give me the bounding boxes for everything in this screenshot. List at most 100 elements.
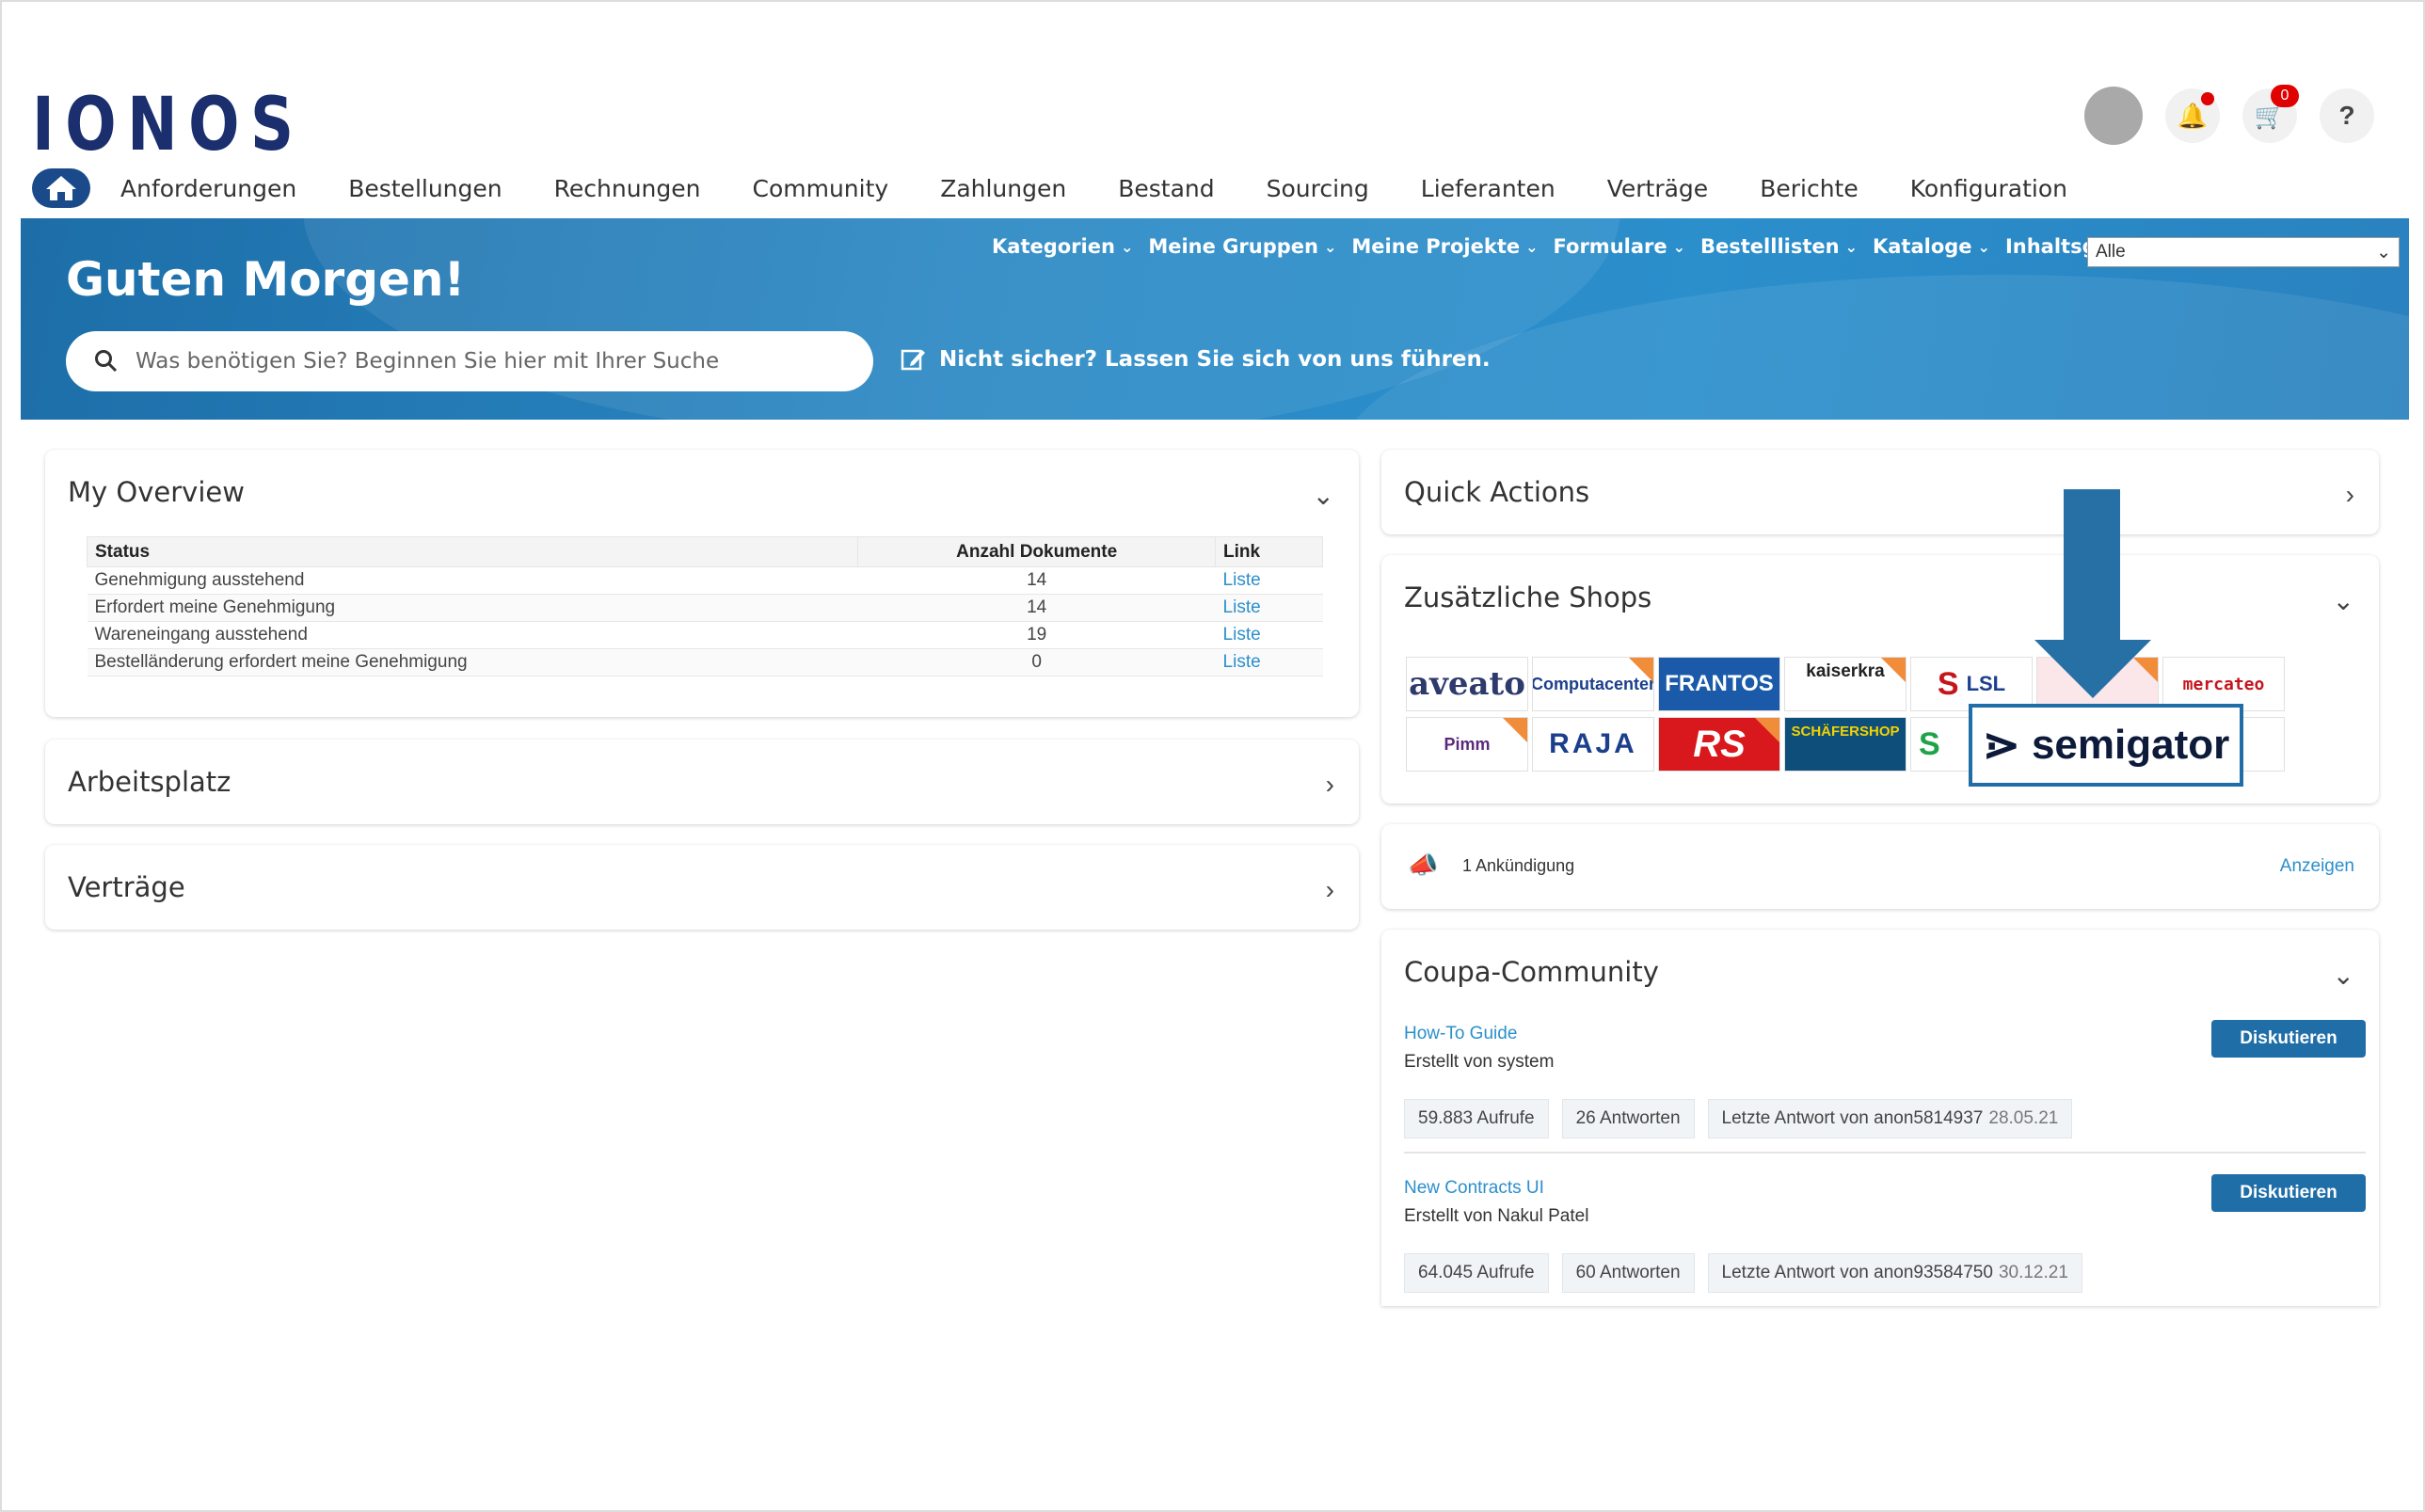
notifications-button[interactable]: 🔔 [2165, 88, 2220, 143]
shop-rs[interactable]: RS [1658, 717, 1780, 772]
subnav-meine-projekte[interactable]: Meine Projekte ⌄ [1351, 235, 1538, 258]
last-reply-stat: Letzte Antwort von anon93584750 30.12.21 [1707, 1253, 2082, 1293]
subnav-kataloge[interactable]: Kataloge ⌄ [1873, 235, 1990, 258]
nav-community[interactable]: Community [752, 175, 888, 202]
views-stat: 59.883 Aufrufe [1404, 1099, 1549, 1138]
subnav-label: Meine Gruppen [1148, 235, 1318, 258]
shop-computacenter[interactable]: Computacenter [1532, 657, 1654, 711]
avatar[interactable] [2084, 87, 2143, 145]
chevron-right-icon: › [1325, 875, 1334, 904]
col-count: Anzahl Dokumente [857, 536, 1217, 567]
subnav-formulare[interactable]: Formulare ⌄ [1554, 235, 1685, 258]
nav-sourcing[interactable]: Sourcing [1267, 175, 1369, 202]
bell-icon: 🔔 [2177, 101, 2209, 130]
cart-count-badge: 0 [2271, 85, 2299, 107]
chevron-down-icon: ⌄ [1120, 237, 1134, 256]
list-link[interactable]: Liste [1215, 594, 1323, 622]
subnav-kategorien[interactable]: Kategorien ⌄ [992, 235, 1133, 258]
list-link[interactable]: Liste [1215, 566, 1323, 595]
subnav-meine-gruppen[interactable]: Meine Gruppen ⌄ [1148, 235, 1336, 258]
replies-stat: 26 Antworten [1561, 1099, 1695, 1138]
shop-label: RS [1693, 723, 1746, 765]
notification-dot [2201, 92, 2214, 105]
card-title: Zusätzliche Shops [1404, 581, 1652, 613]
chevron-right-icon: › [1325, 770, 1334, 799]
views-stat: 64.045 Aufrufe [1404, 1253, 1549, 1293]
nav-konfiguration[interactable]: Konfiguration [1910, 175, 2067, 202]
discuss-button[interactable]: Diskutieren [2211, 1174, 2366, 1212]
chevron-down-icon: ⌄ [1977, 237, 1990, 256]
guided-buying-link[interactable]: Nicht sicher? Lassen Sie sich von uns fü… [900, 346, 1491, 373]
last-reply-date: 30.12.21 [1998, 1263, 2068, 1282]
ionos-logo[interactable]: IONOS [32, 83, 305, 167]
main-nav: Anforderungen Bestellungen Rechnungen Co… [32, 167, 2119, 209]
megaphone-icon: 📣 [1408, 851, 1439, 879]
my-overview-card: My Overview ⌄ Status Anzahl Dokumente Li… [45, 450, 1359, 717]
chevron-down-icon: ⌄ [2376, 242, 2391, 263]
card-title: Arbeitsplatz [68, 766, 231, 798]
shop-pimm[interactable]: Pimm [1406, 717, 1528, 772]
nav-vertraege[interactable]: Verträge [1607, 175, 1708, 202]
community-card: Coupa-Community ⌄ How-To Guide Erstellt … [1381, 930, 2379, 1306]
content-groups-value: Alle [2096, 242, 2126, 262]
shop-kaiserkraft[interactable]: kaiserkra [1784, 657, 1906, 711]
shop-flag [1503, 718, 1527, 742]
cart-button[interactable]: 🛒 0 [2242, 85, 2299, 143]
card-title: Quick Actions [1404, 476, 1590, 508]
greeting-title: Guten Morgen! [66, 252, 466, 307]
col-status: Status [86, 536, 859, 567]
nav-lieferanten[interactable]: Lieferanten [1421, 175, 1556, 202]
workspace-card[interactable]: Arbeitsplatz › [45, 740, 1359, 824]
chevron-down-icon: ⌄ [1525, 237, 1539, 256]
help-button[interactable]: ? [2320, 88, 2374, 143]
shop-schaefershop[interactable]: SCHÄFERSHOP [1784, 717, 1906, 772]
quick-actions-card[interactable]: Quick Actions › [1381, 450, 2379, 534]
search-input[interactable] [136, 349, 794, 374]
welcome-banner: Guten Morgen! Kategorien ⌄ Meine Gruppen ⌄… [21, 218, 2409, 420]
subnav-label: Meine Projekte [1351, 235, 1521, 258]
highlight-arrow-shaft [2064, 489, 2120, 642]
nav-zahlungen[interactable]: Zahlungen [940, 175, 1066, 202]
content-groups-select[interactable]: Alle ⌄ [2087, 237, 2400, 267]
collapse-chevron-icon[interactable]: ⌄ [1313, 480, 1334, 511]
table-row: Bestelländerung erfordert meine Genehmig… [87, 648, 1323, 676]
home-button[interactable] [32, 168, 90, 208]
cell-count: 0 [857, 648, 1216, 676]
collapse-chevron-icon[interactable]: ⌄ [2333, 585, 2354, 616]
community-post: New Contracts UI Erstellt von Nakul Pate… [1404, 1174, 2366, 1293]
nav-bestand[interactable]: Bestand [1118, 175, 1214, 202]
cell-count: 19 [857, 621, 1216, 649]
collapse-chevron-icon[interactable]: ⌄ [2333, 960, 2354, 991]
discuss-button[interactable]: Diskutieren [2211, 1020, 2366, 1058]
search-icon [95, 350, 118, 373]
shop-raja[interactable]: RAJA [1532, 717, 1654, 772]
chevron-right-icon: › [2345, 480, 2354, 509]
list-link[interactable]: Liste [1215, 648, 1323, 676]
card-title: Verträge [68, 871, 185, 903]
nav-rechnungen[interactable]: Rechnungen [554, 175, 701, 202]
subnav-label: Kataloge [1872, 235, 1972, 258]
help-icon: ? [2338, 101, 2355, 130]
guided-buying-text: Nicht sicher? Lassen Sie sich von uns fü… [939, 347, 1491, 372]
list-link[interactable]: Liste [1215, 621, 1323, 649]
nav-berichte[interactable]: Berichte [1760, 175, 1859, 202]
subnav-bestelllisten[interactable]: Bestelllisten ⌄ [1700, 235, 1858, 258]
post-stats: 59.883 Aufrufe 26 Antworten Letzte Antwo… [1404, 1099, 2366, 1138]
nav-anforderungen[interactable]: Anforderungen [120, 175, 296, 202]
cell-status: Erfordert meine Genehmigung [87, 594, 858, 622]
home-icon [46, 176, 76, 200]
shop-aveato[interactable]: aveato [1406, 657, 1528, 711]
subnav-label: Bestelllisten [1700, 235, 1840, 258]
show-announcement-link[interactable]: Anzeigen [2280, 856, 2354, 877]
shop-flag [1881, 658, 1906, 682]
semigator-label: semigator [2031, 722, 2230, 768]
shop-frantos[interactable]: FRANTOS [1658, 657, 1780, 711]
contracts-card[interactable]: Verträge › [45, 845, 1359, 930]
shop-semigator-highlight[interactable]: ⋗ semigator [1969, 704, 2243, 787]
nav-bestellungen[interactable]: Bestellungen [348, 175, 502, 202]
shop-label: Pimm [1444, 734, 1491, 754]
search-bar[interactable] [66, 331, 873, 391]
chevron-down-icon: ⌄ [1672, 237, 1686, 256]
cell-count: 14 [857, 594, 1216, 622]
table-row: Erfordert meine Genehmigung 14 Liste [87, 594, 1323, 622]
